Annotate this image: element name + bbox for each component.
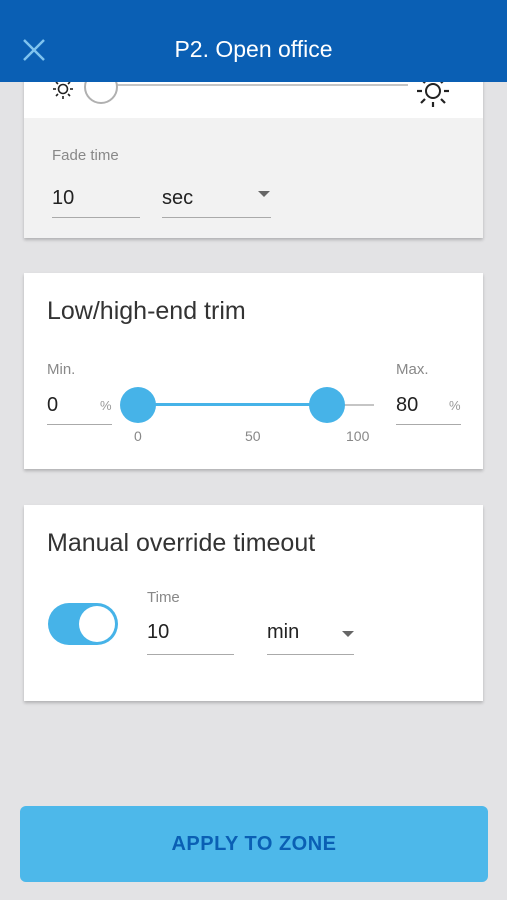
trim-title: Low/high-end trim xyxy=(47,297,246,325)
fade-time-underline xyxy=(52,217,140,218)
apply-to-zone-button[interactable]: APPLY TO ZONE xyxy=(20,806,488,882)
trim-min-underline xyxy=(47,424,112,425)
page-title: P2. Open office xyxy=(174,36,333,62)
brightness-slider-track[interactable] xyxy=(102,84,408,86)
override-unit-underline xyxy=(267,654,354,655)
trim-slider-max-thumb[interactable] xyxy=(308,387,345,423)
trim-tick-50: 50 xyxy=(245,428,261,444)
trim-min-input[interactable]: 0 xyxy=(47,394,58,417)
trim-min-unit: % xyxy=(100,398,112,413)
override-time-underline xyxy=(147,654,234,655)
fade-time-unit-select[interactable]: sec xyxy=(162,187,193,210)
override-toggle[interactable] xyxy=(48,603,118,645)
trim-tick-0: 0 xyxy=(134,428,142,444)
override-title: Manual override timeout xyxy=(47,529,316,557)
trim-max-underline xyxy=(396,424,461,425)
trim-min-label: Min. xyxy=(47,361,76,378)
override-card: Manual override timeout Time 10 min xyxy=(24,505,483,701)
trim-max-input[interactable]: 80 xyxy=(396,394,418,417)
trim-slider-range xyxy=(138,403,327,406)
override-time-input[interactable]: 10 xyxy=(147,621,169,644)
trim-max-label: Max. xyxy=(396,361,429,378)
override-toggle-knob xyxy=(79,606,115,642)
trim-slider-min-thumb[interactable] xyxy=(120,387,156,423)
chevron-down-icon[interactable] xyxy=(342,631,354,637)
trim-card: Low/high-end trim Min. 0 % 0 50 100 Max.… xyxy=(24,273,483,469)
trim-tick-100: 100 xyxy=(346,428,370,444)
override-time-label: Time xyxy=(147,589,180,606)
fade-time-input[interactable]: 10 xyxy=(52,187,74,210)
chevron-down-icon[interactable] xyxy=(258,191,270,197)
fade-time-card: Fade time 10 sec xyxy=(24,60,483,238)
fade-time-label: Fade time xyxy=(52,147,119,164)
fade-unit-underline xyxy=(162,217,271,218)
trim-max-unit: % xyxy=(449,398,461,413)
app-header: P2. Open office xyxy=(0,0,507,82)
override-unit-select[interactable]: min xyxy=(267,621,299,644)
